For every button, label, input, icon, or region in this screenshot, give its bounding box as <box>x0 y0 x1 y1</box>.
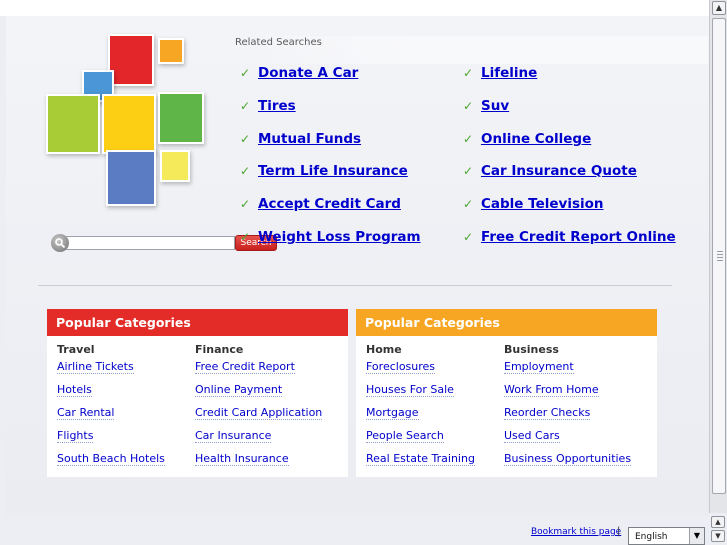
category-title: Home <box>366 343 402 356</box>
category-link[interactable]: Employment <box>504 360 574 374</box>
related-link-item: ✓ Suv <box>463 98 509 118</box>
check-icon: ✓ <box>240 230 251 244</box>
related-link-item: ✓ Free Credit Report Online <box>463 229 676 249</box>
category-column-travel: Travel Airline Tickets Hotels Car Rental… <box>57 343 165 475</box>
language-value: English <box>635 532 668 542</box>
related-link[interactable]: Weight Loss Program <box>258 229 421 245</box>
bookmark-link[interactable]: Bookmark this page <box>531 527 621 537</box>
category-title: Travel <box>57 343 95 356</box>
related-link-item: ✓ Weight Loss Program <box>240 229 421 249</box>
category-link[interactable]: Car Rental <box>57 406 115 420</box>
check-icon: ✓ <box>463 99 474 113</box>
magnifier-icon <box>51 234 69 252</box>
category-link[interactable]: Reorder Checks <box>504 406 591 420</box>
related-link[interactable]: Car Insurance Quote <box>481 163 637 179</box>
related-link-item: ✓ Mutual Funds <box>240 131 361 151</box>
related-link[interactable]: Free Credit Report Online <box>481 229 676 245</box>
related-link[interactable]: Lifeline <box>481 65 537 81</box>
section-divider <box>38 285 672 286</box>
logo-pale-yellow-square <box>160 150 190 182</box>
check-icon: ✓ <box>463 230 474 244</box>
scroll-up-icon[interactable]: ▲ <box>711 516 725 528</box>
related-link[interactable]: Tires <box>258 98 296 114</box>
logo-yellow-square <box>102 94 156 154</box>
category-link[interactable]: Work From Home <box>504 383 599 397</box>
popular-categories-box-red: Popular Categories Travel Airline Ticket… <box>47 309 348 477</box>
check-icon: ✓ <box>463 197 474 211</box>
category-link[interactable]: Houses For Sale <box>366 383 454 397</box>
search-form: Search <box>51 234 277 252</box>
check-icon: ✓ <box>463 132 474 146</box>
logo-navy-square <box>106 150 156 206</box>
logo-orange-square <box>158 38 184 64</box>
language-select[interactable]: English ▼ <box>628 527 705 545</box>
related-link[interactable]: Online College <box>481 131 591 147</box>
related-link-item: ✓ Accept Credit Card <box>240 196 401 216</box>
category-column-business: Business Employment Work From Home Reord… <box>504 343 632 475</box>
related-searches-title: Related Searches <box>235 37 322 48</box>
chevron-down-icon[interactable]: ▼ <box>689 528 704 544</box>
category-link[interactable]: Used Cars <box>504 429 560 443</box>
category-title: Business <box>504 343 559 356</box>
category-link[interactable]: Online Payment <box>195 383 283 397</box>
category-link[interactable]: Credit Card Application <box>195 406 323 420</box>
category-header: Popular Categories <box>356 309 657 336</box>
category-link[interactable]: South Beach Hotels <box>57 452 165 466</box>
logo-lime-square <box>46 94 100 154</box>
top-bar <box>0 0 709 16</box>
search-input[interactable] <box>63 236 235 250</box>
footer-separator: | <box>617 526 621 537</box>
category-column-home: Home Foreclosures Houses For Sale Mortga… <box>366 343 475 475</box>
category-link[interactable]: Hotels <box>57 383 92 397</box>
related-link[interactable]: Donate A Car <box>258 65 358 81</box>
logo-red-square <box>108 34 154 86</box>
category-link[interactable]: People Search <box>366 429 444 443</box>
category-link[interactable]: Airline Tickets <box>57 360 134 374</box>
related-link-item: ✓ Online College <box>463 131 591 151</box>
category-link[interactable]: Business Opportunities <box>504 452 632 466</box>
related-link-item: ✓ Tires <box>240 98 296 118</box>
related-link-item: ✓ Term Life Insurance <box>240 163 408 183</box>
related-link-item: ✓ Lifeline <box>463 65 537 85</box>
vertical-scrollbar[interactable]: ▲ <box>709 0 727 513</box>
category-link[interactable]: Mortgage <box>366 406 419 420</box>
category-link[interactable]: Flights <box>57 429 94 443</box>
logo-green-square <box>158 92 204 144</box>
category-link[interactable]: Foreclosures <box>366 360 436 374</box>
scrollbar-thumb[interactable] <box>712 18 726 494</box>
related-link[interactable]: Suv <box>481 98 509 114</box>
category-link[interactable]: Health Insurance <box>195 452 289 466</box>
secondary-scroll-buttons: ▲ ▼ <box>709 515 727 545</box>
related-link-item: ✓ Car Insurance Quote <box>463 163 637 183</box>
popular-categories-box-orange: Popular Categories Home Foreclosures Hou… <box>356 309 657 477</box>
related-link[interactable]: Mutual Funds <box>258 131 361 147</box>
related-link[interactable]: Accept Credit Card <box>258 196 401 212</box>
category-link[interactable]: Real Estate Training <box>366 452 475 466</box>
category-header: Popular Categories <box>47 309 348 336</box>
check-icon: ✓ <box>240 197 251 211</box>
scroll-up-icon[interactable]: ▲ <box>712 1 726 15</box>
check-icon: ✓ <box>463 164 474 178</box>
site-logo <box>40 32 210 212</box>
check-icon: ✓ <box>240 99 251 113</box>
related-link[interactable]: Term Life Insurance <box>258 163 408 179</box>
related-link-item: ✓ Cable Television <box>463 196 604 216</box>
category-column-finance: Finance Free Credit Report Online Paymen… <box>195 343 323 475</box>
check-icon: ✓ <box>463 66 474 80</box>
related-link-item: ✓ Donate A Car <box>240 65 358 85</box>
grip-icon <box>717 251 723 263</box>
category-link[interactable]: Car Insurance <box>195 429 272 443</box>
related-link[interactable]: Cable Television <box>481 196 604 212</box>
category-link[interactable]: Free Credit Report <box>195 360 295 374</box>
scroll-down-icon[interactable]: ▼ <box>711 530 725 542</box>
check-icon: ✓ <box>240 66 251 80</box>
category-title: Finance <box>195 343 244 356</box>
check-icon: ✓ <box>240 132 251 146</box>
check-icon: ✓ <box>240 164 251 178</box>
